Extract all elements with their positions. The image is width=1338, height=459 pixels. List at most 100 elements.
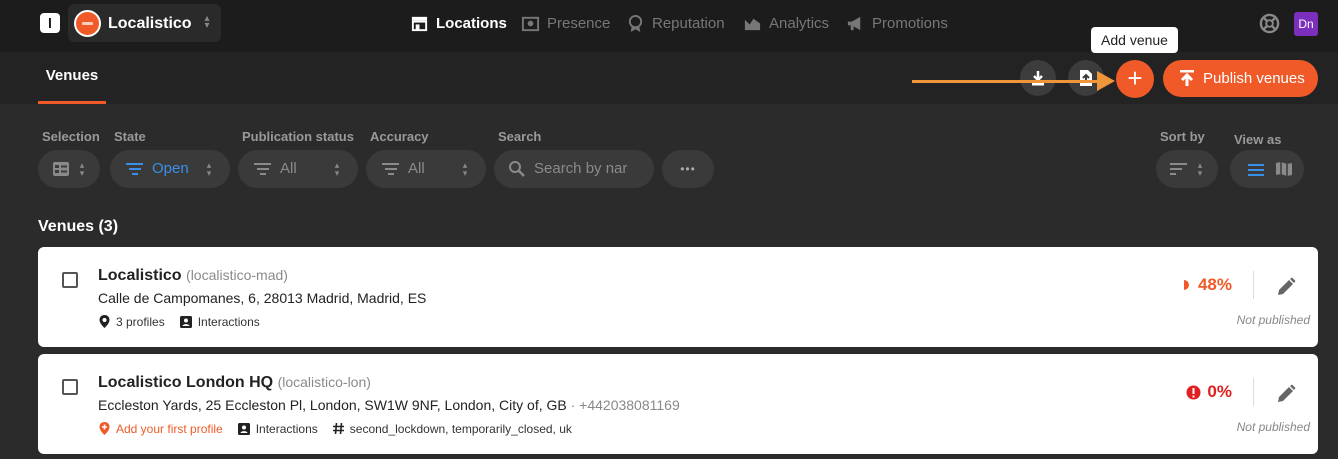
filter-icon xyxy=(382,163,399,175)
state-label: State xyxy=(114,129,146,144)
chevron-updown-icon: ▴ ▾ xyxy=(334,160,340,178)
interactions-label: Interactions xyxy=(255,421,318,436)
publish-venues-button[interactable]: Publish venues xyxy=(1163,60,1318,97)
venue-name[interactable]: Localistico London HQ xyxy=(98,374,273,391)
edit-pencil-icon[interactable] xyxy=(1276,384,1296,404)
venue-checkbox[interactable] xyxy=(62,272,78,288)
venues-count-heading: Venues (3) xyxy=(38,218,119,235)
search-input[interactable]: Search by nar xyxy=(494,150,654,188)
contact-card-icon xyxy=(179,315,192,328)
venue-card[interactable]: Localistico London HQ (localistico-lon) … xyxy=(38,354,1318,454)
hashtag-icon xyxy=(332,422,344,435)
publication-status: Not published xyxy=(1236,420,1310,434)
venue-name[interactable]: Localistico xyxy=(98,267,182,284)
accuracy-dropdown[interactable]: All ▴ ▾ xyxy=(366,150,486,188)
divider xyxy=(1253,378,1254,406)
add-venue-button[interactable]: + xyxy=(1116,60,1154,98)
more-filters-button[interactable]: ••• xyxy=(662,150,714,188)
app-logo[interactable]: l xyxy=(40,13,60,33)
search-icon xyxy=(509,161,525,177)
publication-status-dropdown[interactable]: All ▴ ▾ xyxy=(238,150,358,188)
venue-checkbox[interactable] xyxy=(62,379,78,395)
sort-by-dropdown[interactable]: ▴ ▾ xyxy=(1156,150,1218,188)
tab-venues[interactable]: Venues xyxy=(38,52,106,104)
filter-icon xyxy=(254,163,271,175)
error-alert-icon xyxy=(1186,385,1201,399)
add-first-profile-link[interactable]: Add your first profile xyxy=(98,421,223,436)
venue-phone: · +442038081169 xyxy=(570,397,680,413)
state-dropdown[interactable]: Open ▴ ▾ xyxy=(110,150,230,188)
view-as-label: View as xyxy=(1234,132,1282,147)
org-name: Localistico xyxy=(108,15,192,32)
nav-label: Analytics xyxy=(769,14,830,32)
nav-label: Locations xyxy=(436,14,507,32)
publish-label: Publish venues xyxy=(1203,70,1305,87)
organization-switcher[interactable]: Localistico ▴ ▾ xyxy=(68,4,221,42)
chevron-updown-icon: ▴ ▾ xyxy=(206,160,212,178)
add-venue-tooltip: Add venue xyxy=(1091,27,1178,53)
nav-analytics[interactable]: Analytics xyxy=(743,0,829,46)
half-pie-icon xyxy=(1183,280,1189,290)
user-avatar[interactable]: Dn xyxy=(1294,12,1318,36)
search-placeholder: Search by nar xyxy=(534,160,628,177)
pointer-arrow xyxy=(912,80,1102,83)
venue-meta: Add your first profile Interactions seco… xyxy=(98,421,586,436)
chevron-updown-icon: ▴ ▾ xyxy=(462,160,468,178)
sort-by-label: Sort by xyxy=(1160,129,1205,144)
analytics-icon xyxy=(744,18,761,30)
venue-address: Calle de Campomanes, 6, 28013 Madrid, Ma… xyxy=(98,290,427,306)
nav-reputation[interactable]: Reputation xyxy=(626,0,725,46)
nav-presence[interactable]: Presence xyxy=(521,0,610,46)
venue-address-line: Eccleston Yards, 25 Eccleston Pl, London… xyxy=(98,397,680,413)
contact-card-icon xyxy=(237,422,250,435)
interactions-info[interactable]: Interactions xyxy=(179,315,260,329)
venue-slug: (localistico-lon) xyxy=(277,374,371,390)
location-pin-icon xyxy=(99,315,110,328)
accuracy-value: All xyxy=(408,160,425,177)
venue-name-line: Localistico London HQ (localistico-lon) xyxy=(98,374,371,392)
profiles-info[interactable]: 3 profiles xyxy=(98,314,165,329)
selection-label: Selection xyxy=(42,129,100,144)
tags-label: second_lockdown, temporarily_closed, uk xyxy=(349,421,572,436)
add-location-icon xyxy=(99,422,110,435)
venue-card[interactable]: Localistico (localistico-mad) Calle de C… xyxy=(38,247,1318,347)
list-view-icon[interactable] xyxy=(1248,164,1265,176)
reputation-icon xyxy=(628,14,643,32)
interactions-info[interactable]: Interactions xyxy=(237,422,318,436)
interactions-label: Interactions xyxy=(197,314,260,329)
org-avatar xyxy=(74,10,101,37)
nav-label: Presence xyxy=(547,14,611,32)
accuracy-score: 48% xyxy=(1182,275,1232,295)
nav-label: Reputation xyxy=(652,14,725,32)
search-label: Search xyxy=(498,129,542,144)
filter-icon xyxy=(126,163,143,175)
tags-info[interactable]: second_lockdown, temporarily_closed, uk xyxy=(332,422,572,436)
publish-upload-icon xyxy=(1180,70,1194,86)
pointer-arrow-head xyxy=(1097,71,1115,91)
help-lifebuoy-icon[interactable] xyxy=(1259,13,1280,34)
accuracy-score: 0% xyxy=(1186,382,1232,402)
edit-pencil-icon[interactable] xyxy=(1276,277,1296,297)
chevron-updown-icon: ▴ ▾ xyxy=(79,160,85,178)
megaphone-icon xyxy=(847,16,861,30)
accuracy-score-value: 48% xyxy=(1197,275,1232,294)
map-view-icon[interactable] xyxy=(1275,161,1293,177)
nav-locations[interactable]: Locations xyxy=(410,0,507,46)
view-as-toggle xyxy=(1230,150,1304,188)
download-button[interactable] xyxy=(1020,60,1056,96)
accuracy-score-value: 0% xyxy=(1207,382,1232,401)
add-first-profile-label: Add your first profile xyxy=(116,421,223,436)
venue-slug: (localistico-mad) xyxy=(186,267,288,283)
file-upload-icon xyxy=(1080,70,1092,86)
checklist-icon xyxy=(53,162,69,176)
state-value: Open xyxy=(152,160,189,177)
chevron-updown-icon: ▴ ▾ xyxy=(1197,160,1203,178)
venue-address: Eccleston Yards, 25 Eccleston Pl, London… xyxy=(98,397,567,413)
selection-dropdown[interactable]: ▴ ▾ xyxy=(38,150,100,188)
nav-promotions[interactable]: Promotions xyxy=(846,0,948,46)
download-icon xyxy=(1032,71,1044,86)
publication-status-value: All xyxy=(280,160,297,177)
accuracy-label: Accuracy xyxy=(370,129,429,144)
storefront-icon xyxy=(411,16,428,31)
divider xyxy=(1253,271,1254,299)
